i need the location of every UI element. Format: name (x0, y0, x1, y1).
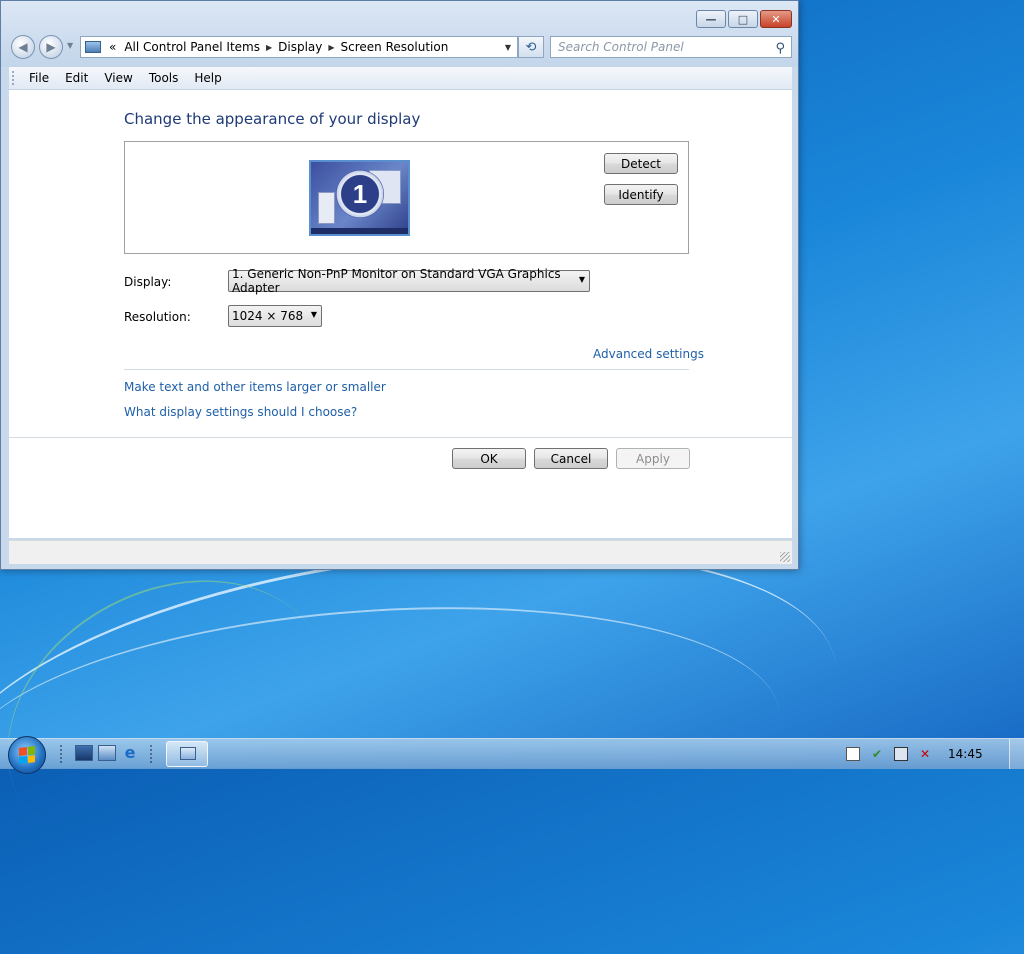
control-panel-icon (85, 41, 101, 53)
forward-button[interactable]: ▶ (39, 35, 63, 59)
screen-resolution-window: — □ ✕ ◀ ▶ ▼ « All Control Panel Items ▶ … (0, 0, 799, 570)
monitor-thumbnail-taskbar (311, 228, 408, 234)
monitor-thumbnail-window (318, 192, 335, 224)
wallpaper-swirl (0, 525, 382, 917)
taskbar-button-control-panel[interactable] (166, 741, 208, 767)
chevron-down-icon: ▼ (310, 310, 317, 319)
search-icon[interactable]: ⚲ (775, 39, 785, 59)
identify-button[interactable]: Identify (604, 184, 678, 205)
address-overflow[interactable]: « (109, 40, 116, 54)
taskbar: e ✔ ✕ 14:45 (0, 736, 1024, 774)
breadcrumb-all-control-panel-items[interactable]: All Control Panel Items (124, 40, 260, 54)
security-shield-icon[interactable]: ✔ (870, 747, 884, 761)
text-size-link[interactable]: Make text and other items larger or smal… (124, 380, 386, 394)
detect-button[interactable]: Detect (604, 153, 678, 174)
monitor-number: 1 (336, 170, 384, 218)
control-panel-icon (180, 747, 196, 760)
minimize-button[interactable]: — (696, 10, 726, 28)
forward-arrow-icon: ▶ (46, 40, 56, 54)
chevron-right-icon[interactable]: ▶ (328, 43, 334, 52)
chevron-right-icon[interactable]: ▶ (266, 43, 272, 52)
resolution-label: Resolution: (124, 310, 191, 324)
back-button[interactable]: ◀ (11, 35, 35, 59)
divider (9, 437, 792, 438)
apply-button[interactable]: Apply (616, 448, 690, 469)
show-desktop-icon[interactable] (75, 745, 93, 761)
close-button[interactable]: ✕ (760, 10, 792, 28)
chevron-down-icon[interactable]: ▼ (505, 43, 511, 52)
menu-grip (12, 71, 17, 85)
close-icon: ✕ (771, 12, 781, 26)
internet-explorer-icon[interactable]: e (121, 745, 139, 761)
resolution-select[interactable]: 1024 × 768 ▼ (228, 305, 322, 327)
menu-file[interactable]: File (29, 71, 49, 85)
toolbar-grip[interactable] (60, 745, 66, 763)
display-preview: 1 Detect Identify (124, 141, 689, 254)
ok-button[interactable]: OK (452, 448, 526, 469)
content-pane: Change the appearance of your display 1 … (9, 90, 792, 538)
network-icon[interactable] (894, 747, 908, 761)
maximize-button[interactable]: □ (728, 10, 758, 28)
resolution-select-value: 1024 × 768 (232, 309, 304, 323)
display-select[interactable]: 1. Generic Non-PnP Monitor on Standard V… (228, 267, 590, 295)
show-desktop-button[interactable] (1009, 739, 1024, 769)
menu-bar: File Edit View Tools Help (9, 67, 792, 90)
minimize-icon: — (705, 12, 717, 26)
back-arrow-icon: ◀ (18, 40, 28, 54)
menu-view[interactable]: View (104, 71, 132, 85)
chevron-down-icon: ▼ (578, 275, 585, 284)
resize-grip[interactable] (780, 552, 790, 562)
display-select-value: 1. Generic Non-PnP Monitor on Standard V… (232, 267, 561, 295)
refresh-button[interactable]: ⟲ (518, 36, 544, 58)
caption-buttons: — □ ✕ (696, 10, 792, 28)
search-input[interactable]: Search Control Panel ⚲ (550, 36, 792, 58)
menu-help[interactable]: Help (194, 71, 221, 85)
monitor-1-tile[interactable]: 1 (309, 160, 410, 236)
display-help-link[interactable]: What display settings should I choose? (124, 405, 357, 419)
search-placeholder: Search Control Panel (558, 40, 684, 54)
address-bar[interactable]: « All Control Panel Items ▶ Display ▶ Sc… (80, 36, 518, 58)
refresh-icon: ⟲ (525, 39, 537, 55)
breadcrumb-display[interactable]: Display (278, 40, 322, 54)
menu-edit[interactable]: Edit (65, 71, 88, 85)
switch-windows-icon[interactable] (98, 745, 116, 761)
toolbar-grip[interactable] (150, 745, 156, 763)
display-label: Display: (124, 275, 172, 289)
status-bar (9, 540, 792, 564)
action-center-icon[interactable] (846, 747, 860, 761)
recent-pages-dropdown[interactable]: ▼ (67, 41, 73, 50)
menu-tools[interactable]: Tools (149, 71, 179, 85)
advanced-settings-link[interactable]: Advanced settings (593, 347, 704, 361)
clock[interactable]: 14:45 (948, 747, 983, 761)
breadcrumb-screen-resolution[interactable]: Screen Resolution (341, 40, 449, 54)
windows-logo-icon (19, 746, 35, 764)
cancel-button[interactable]: Cancel (534, 448, 608, 469)
maximize-icon: □ (737, 12, 749, 26)
volume-muted-icon[interactable]: ✕ (918, 747, 932, 761)
page-title: Change the appearance of your display (124, 110, 421, 128)
divider (124, 369, 689, 370)
start-button[interactable] (8, 736, 46, 774)
